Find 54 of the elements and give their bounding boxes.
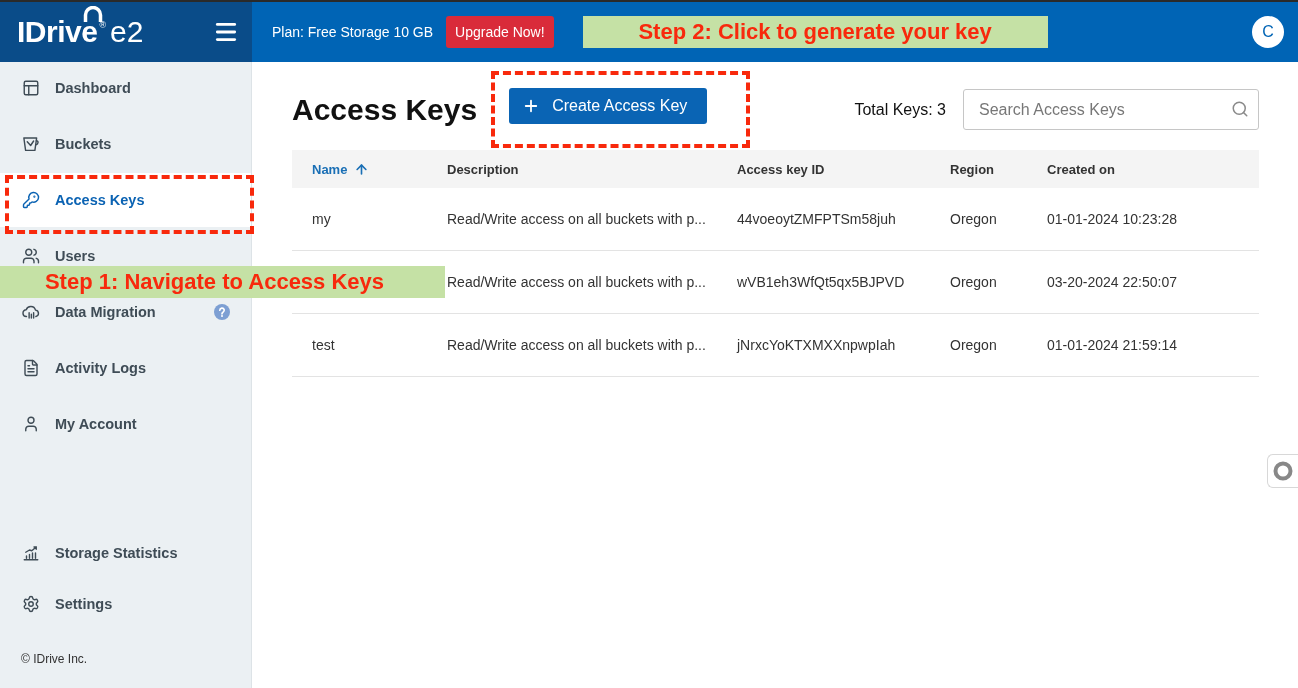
sidebar-item[interactable]: Storage Statistics — [22, 543, 178, 562]
registered-mark: ® — [99, 19, 107, 31]
column-header[interactable]: Region — [930, 150, 1027, 188]
sidebar-item[interactable]: Dashboard — [22, 79, 131, 97]
key-icon — [22, 191, 40, 209]
column-header[interactable]: Name — [292, 150, 427, 188]
upgrade-button[interactable]: Upgrade Now! — [446, 16, 554, 48]
shackle-icon — [83, 6, 103, 22]
table-cell-text: Oregon — [949, 274, 998, 290]
bucket-icon — [22, 135, 40, 153]
search-field[interactable]: Search Access Keys — [963, 89, 1259, 130]
settings-icon — [22, 594, 40, 613]
document-icon — [22, 359, 40, 377]
table-cell-text: Read/Write access on all buckets with p... — [446, 274, 707, 290]
step-callout: Step 2: Click to generate your key — [582, 16, 1048, 48]
ring-icon — [1273, 461, 1293, 481]
create-access-key-button[interactable]: Create Access Key — [509, 88, 708, 124]
avatar[interactable]: C — [1252, 16, 1284, 48]
table-cell-text: 01-01-2024 10:23:28 — [1046, 211, 1178, 227]
cloud-icon — [22, 303, 40, 321]
product-name: e2 — [110, 15, 144, 49]
bar-chart-icon — [22, 543, 40, 562]
table-cell-text: test — [311, 337, 336, 353]
table-cell-text: Oregon — [949, 211, 998, 227]
plan-text: Plan: Free Storage 10 GB — [272, 24, 434, 40]
column-header[interactable]: Created on — [1027, 150, 1259, 188]
column-header[interactable]: Access key ID — [717, 150, 930, 188]
sidebar-item[interactable]: Settings — [22, 594, 113, 613]
table-cell-text: Oregon — [949, 337, 998, 353]
sidebar-item[interactable]: My Account — [22, 415, 137, 433]
table-cell-text: 44voeoytZMFPTSm58juh — [736, 211, 897, 227]
step-callout: Step 1: Navigate to Access Keys — [0, 266, 445, 298]
user-icon — [22, 415, 40, 433]
table-cell-text: 01-01-2024 21:59:14 — [1046, 337, 1178, 353]
users-icon — [22, 247, 40, 265]
table-cell-text: wVB1eh3WfQt5qx5BJPVD — [736, 274, 906, 290]
help-icon[interactable] — [214, 304, 230, 320]
sidebar-item[interactable]: Users — [22, 247, 96, 265]
floating-tab-button[interactable] — [1267, 454, 1298, 488]
table-cell-text: Read/Write access on all buckets with p... — [446, 337, 707, 353]
search-icon[interactable] — [1231, 100, 1249, 118]
copyright-text: © IDrive Inc. — [21, 651, 88, 668]
table-cell-text: Read/Write access on all buckets with p... — [446, 211, 707, 227]
layout-icon — [22, 79, 40, 97]
total-keys-text: Total Keys: 3 — [854, 100, 946, 119]
table-cell-text: 03-20-2024 22:50:07 — [1046, 274, 1178, 290]
sidebar-item[interactable]: Activity Logs — [22, 359, 147, 377]
sidebar-item[interactable]: Data Migration — [22, 303, 230, 321]
sidebar-item[interactable]: Buckets — [22, 135, 112, 153]
column-header[interactable]: Description — [427, 150, 717, 188]
table-cell-text: jNrxcYoKTXMXXnpwpIah — [735, 337, 897, 353]
page-title: Access Keys — [292, 92, 478, 127]
brand-name: IDrive — [17, 15, 98, 49]
table-cell-text: my — [311, 211, 332, 227]
